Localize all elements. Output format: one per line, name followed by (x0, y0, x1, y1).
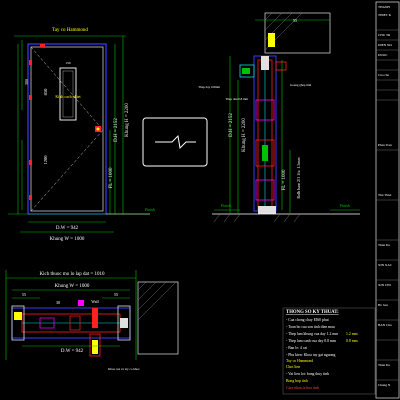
spec-line-4: - Ban le: 4 cai (286, 346, 307, 350)
spec-highlight-2: 0.8 mm (346, 339, 358, 343)
floor-label-section-right: Finish (340, 203, 350, 208)
tb-row-3: DIEN NO (378, 43, 392, 47)
spec-line-7: Chot lien (286, 365, 300, 369)
plan-dim-30: 30 (56, 300, 60, 305)
tb-row-1: THIET K (378, 13, 392, 17)
handle-label: Tay co Hammond (52, 28, 88, 33)
hinge-icon (29, 60, 32, 65)
spec-line-5: - Phu kien: Khoa tay gat nguong (286, 353, 335, 357)
tb-row-11: Ho ban (378, 303, 388, 307)
tb-row-0: THANH (378, 5, 390, 9)
tb-row-13: Thiet Ke (378, 363, 390, 367)
hinge-icon (29, 160, 32, 165)
spec-line-3: - Thep lam canh cua day 0.8 mm (286, 339, 336, 343)
spec-line-9: Bong hop tinh (286, 379, 308, 383)
floor-label-front: Finish (145, 207, 155, 212)
dim-300: 300 (24, 79, 29, 85)
spec-line-6: Tay co Hammond (286, 359, 313, 363)
section-label-a: Thep day 0.8mm (198, 85, 220, 89)
tb-row-9: XIN XAC (378, 263, 393, 267)
width-inner-label: D.W = 942 (56, 226, 79, 231)
lock-icon (96, 127, 100, 131)
glass-w-label: 150 (65, 61, 71, 65)
front-view: Tay co Hammond Kinh cach nhiet D.W = 942… (8, 28, 155, 242)
tb-row-12: BAN Chu (378, 323, 392, 327)
plan-dim-55-left: 55 (22, 292, 26, 297)
dim-850: 850 (43, 88, 48, 96)
door-leaf (30, 46, 104, 212)
spec-line-1: - Toan bo cua son tinh dien mau (286, 325, 335, 329)
top-bracket (268, 33, 275, 47)
swing-line-top (30, 46, 104, 131)
spec-box: THONG SO KY THUAT: - Cua chong chay EI60… (282, 307, 376, 395)
tb-row-10: XIN CHI (378, 283, 392, 287)
height-lower-label: FL = 1000 (109, 167, 114, 188)
section-view: 55 Thep day 0.8mm Goang ghep tinh Thep d… (198, 12, 360, 223)
tb-row-6: Phan Tran (378, 143, 392, 147)
plan-note-label: Khoa cua va tay co khoa (108, 367, 140, 371)
top-closer (261, 56, 269, 70)
tb-row-2: CHU TR (378, 33, 391, 37)
hinge-icon (29, 195, 32, 200)
cad-drawing: Tay co Hammond Kinh cach nhiet D.W = 942… (5, 1, 400, 399)
detail-symbol (142, 117, 208, 167)
spec-line-10: Giay nhan ta hoa tinh (286, 386, 319, 390)
section-label-e: D.H = 2152 (229, 113, 234, 137)
spec-line-2: - Thep lam khung cua day 1.2 mm (286, 332, 338, 336)
section-dim-top: 55 (293, 18, 297, 23)
plan-view: Kich thuoc mo lo lap dat = 1010 Khung W … (5, 270, 179, 371)
spec-line-8: - Vat lieu lot: bong thuy tinh (286, 372, 329, 376)
plan-title: Kich thuoc mo lo lap dat = 1010 (40, 272, 105, 277)
title-block: THANH THIET K CHU TR DIEN NO DUOC Cua ch… (375, 1, 400, 399)
tb-row-5: Cua cha (378, 73, 390, 77)
height-inner-label: D.H = 2152 (114, 118, 119, 142)
floor-label-section-left: Finish (221, 203, 231, 208)
glass-label: Kinh cach nhiet (55, 94, 81, 99)
section-label-g: Rolh bam 2/1 1/x: 1.5mm (296, 157, 301, 199)
section-label-f: FL = 1000 (282, 169, 287, 190)
tb-row-14: Chung N (378, 383, 391, 387)
tb-row-7: Thu Thiet (378, 193, 391, 197)
spec-title: THONG SO KY THUAT: (286, 310, 339, 315)
tb-row-8: Thiet Ke (378, 243, 390, 247)
tb-row-4: DUOC (378, 53, 388, 57)
plan-dim-55-right: 55 (114, 292, 118, 297)
plan-frame-w: Khung W = 1000 (55, 284, 90, 289)
height-frame-label: Khung H = 2200 (125, 103, 130, 137)
top-marker (40, 44, 45, 47)
dim-1200: 1200 (43, 155, 48, 165)
hinge-icon (29, 95, 32, 100)
section-label-c: Thep dau 0.8 mm (226, 97, 249, 101)
plan-wall-label: Wall (91, 299, 99, 304)
spec-highlight-1: 1.2 mm (346, 332, 358, 336)
spec-line-0: - Cua chong chay EI60 phut (286, 318, 330, 322)
plan-inner-w: D.W = 942 (61, 349, 84, 354)
swing-line-bottom (30, 129, 104, 212)
door-frame (27, 43, 107, 215)
section-label-b: Goang ghep tinh (290, 83, 312, 87)
width-frame-label: Khung W = 1000 (50, 237, 85, 242)
section-label-d: Khung H = 2200 (242, 118, 247, 152)
